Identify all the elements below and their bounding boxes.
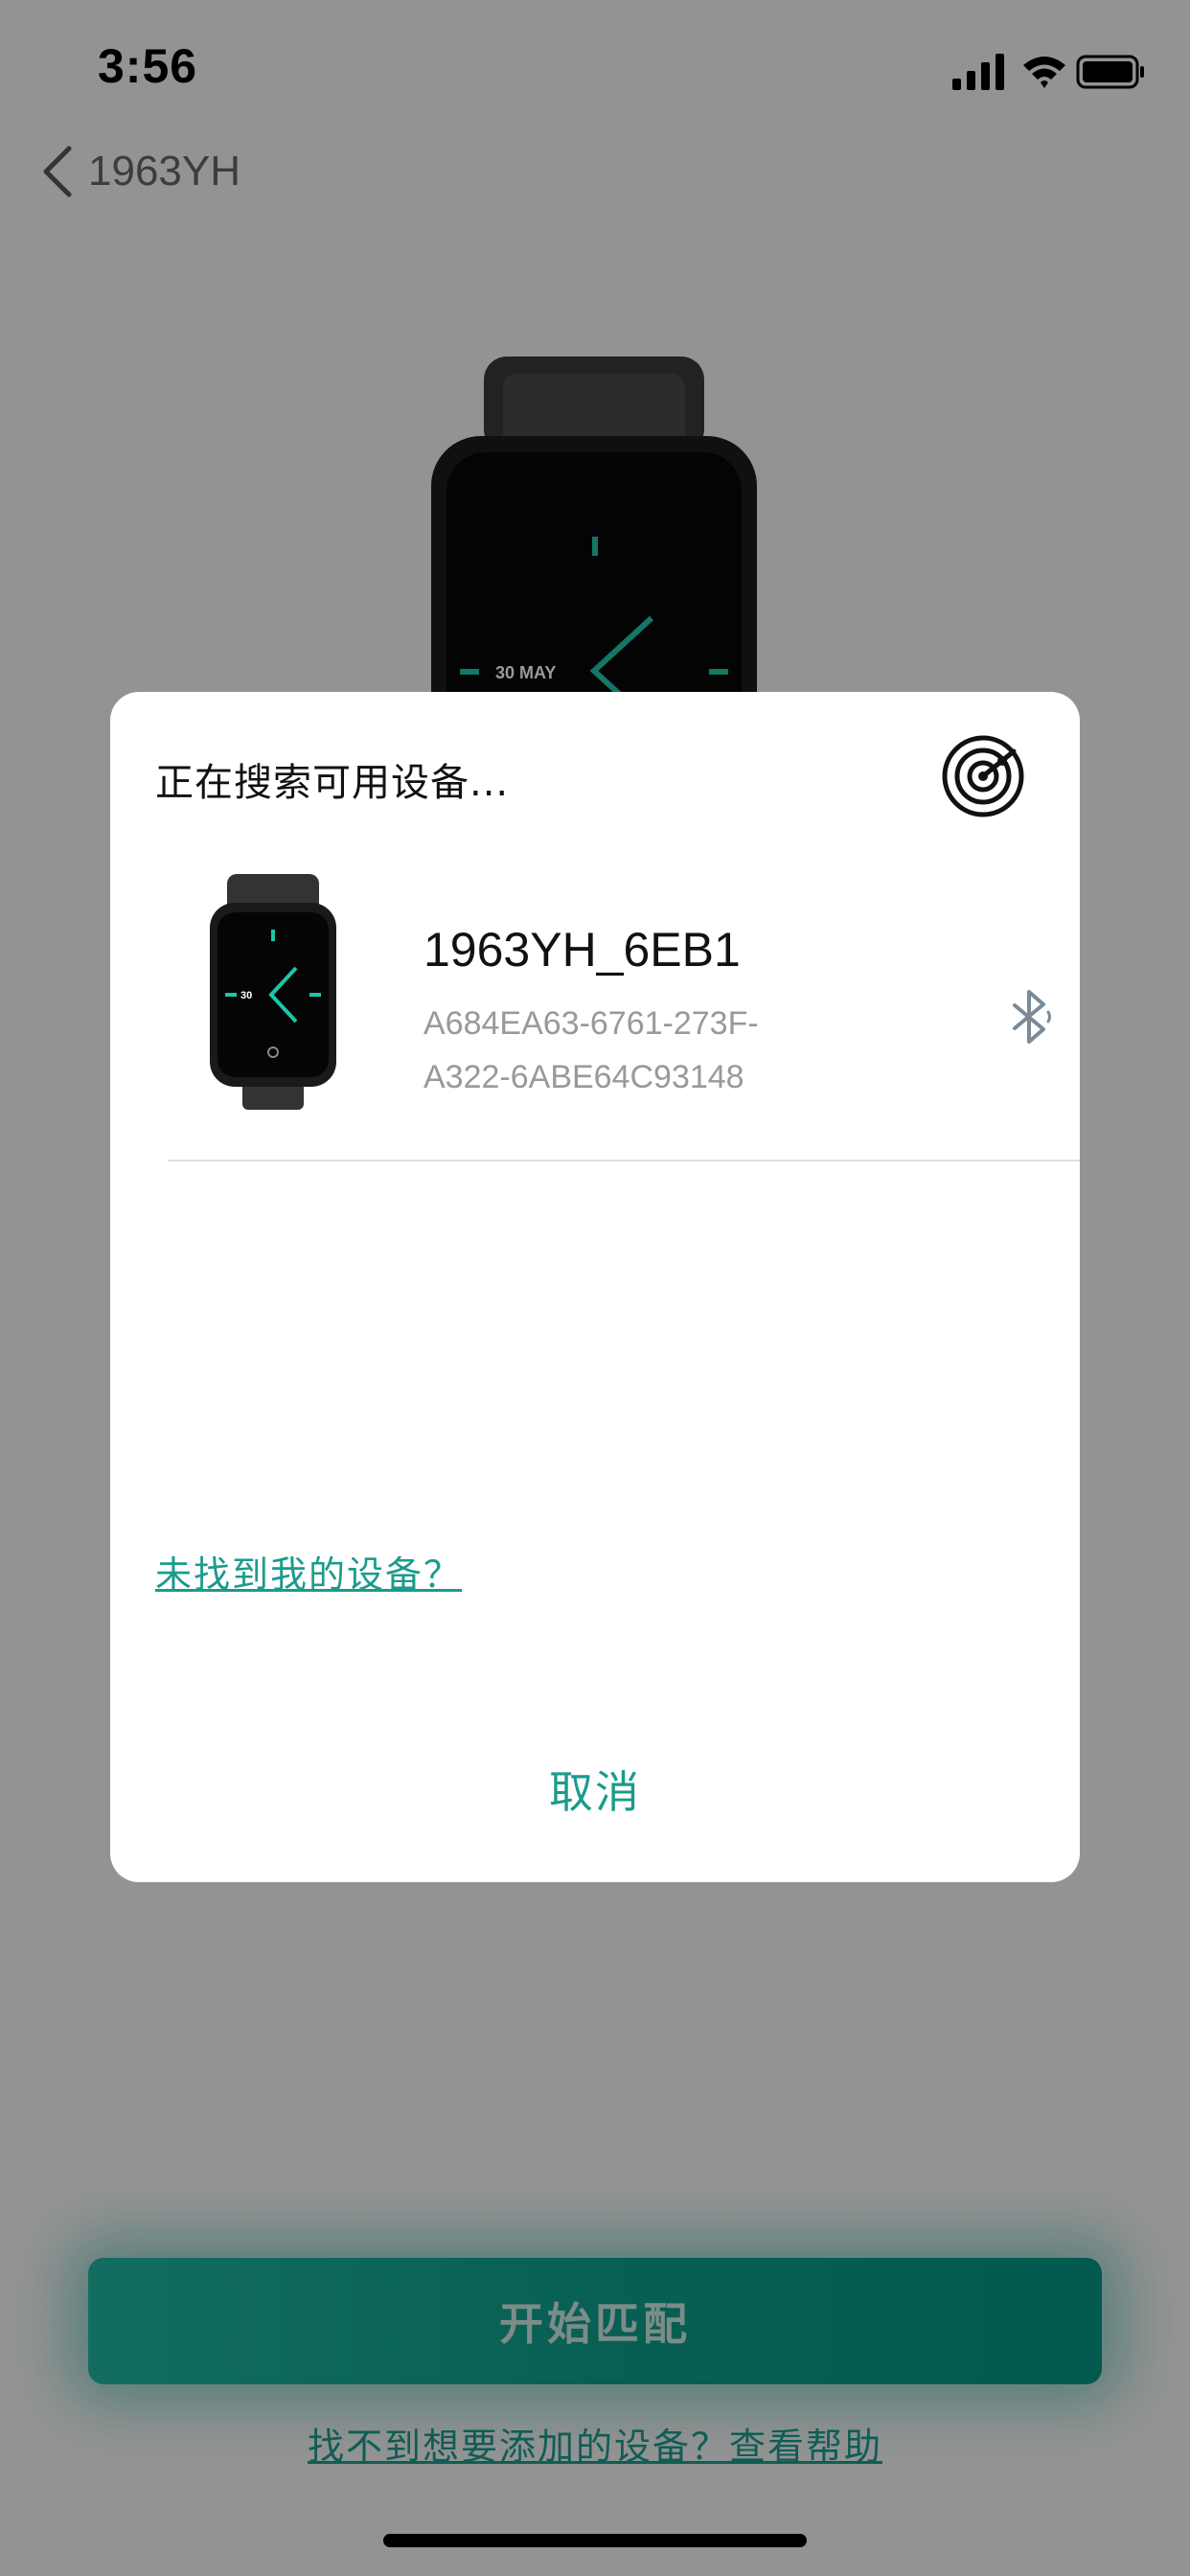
home-indicator[interactable]	[383, 2534, 807, 2547]
radar-icon	[942, 735, 1024, 817]
device-id: A684EA63-6761-273F- A322-6ABE64C93148	[423, 997, 864, 1104]
device-id-line-1: A684EA63-6761-273F-	[423, 1005, 759, 1042]
device-thumbnail: 30	[210, 874, 336, 1110]
device-not-found-link[interactable]: 未找到我的设备？	[155, 1545, 462, 1598]
device-name: 1963YH_6EB1	[423, 923, 741, 977]
device-thumb-date: 30	[240, 990, 252, 1001]
device-search-dialog: 正在搜索可用设备... 30 1963YH_6EB1 A684EA63-6761…	[110, 692, 1080, 1882]
bluetooth-icon	[1013, 990, 1051, 1044]
device-list-item[interactable]: 30 1963YH_6EB1 A684EA63-6761-273F- A322-…	[168, 872, 1080, 1162]
cancel-button[interactable]: 取消	[110, 1756, 1080, 1823]
device-id-line-2: A322-6ABE64C93148	[423, 1059, 744, 1095]
dialog-title: 正在搜索可用设备...	[155, 761, 510, 805]
